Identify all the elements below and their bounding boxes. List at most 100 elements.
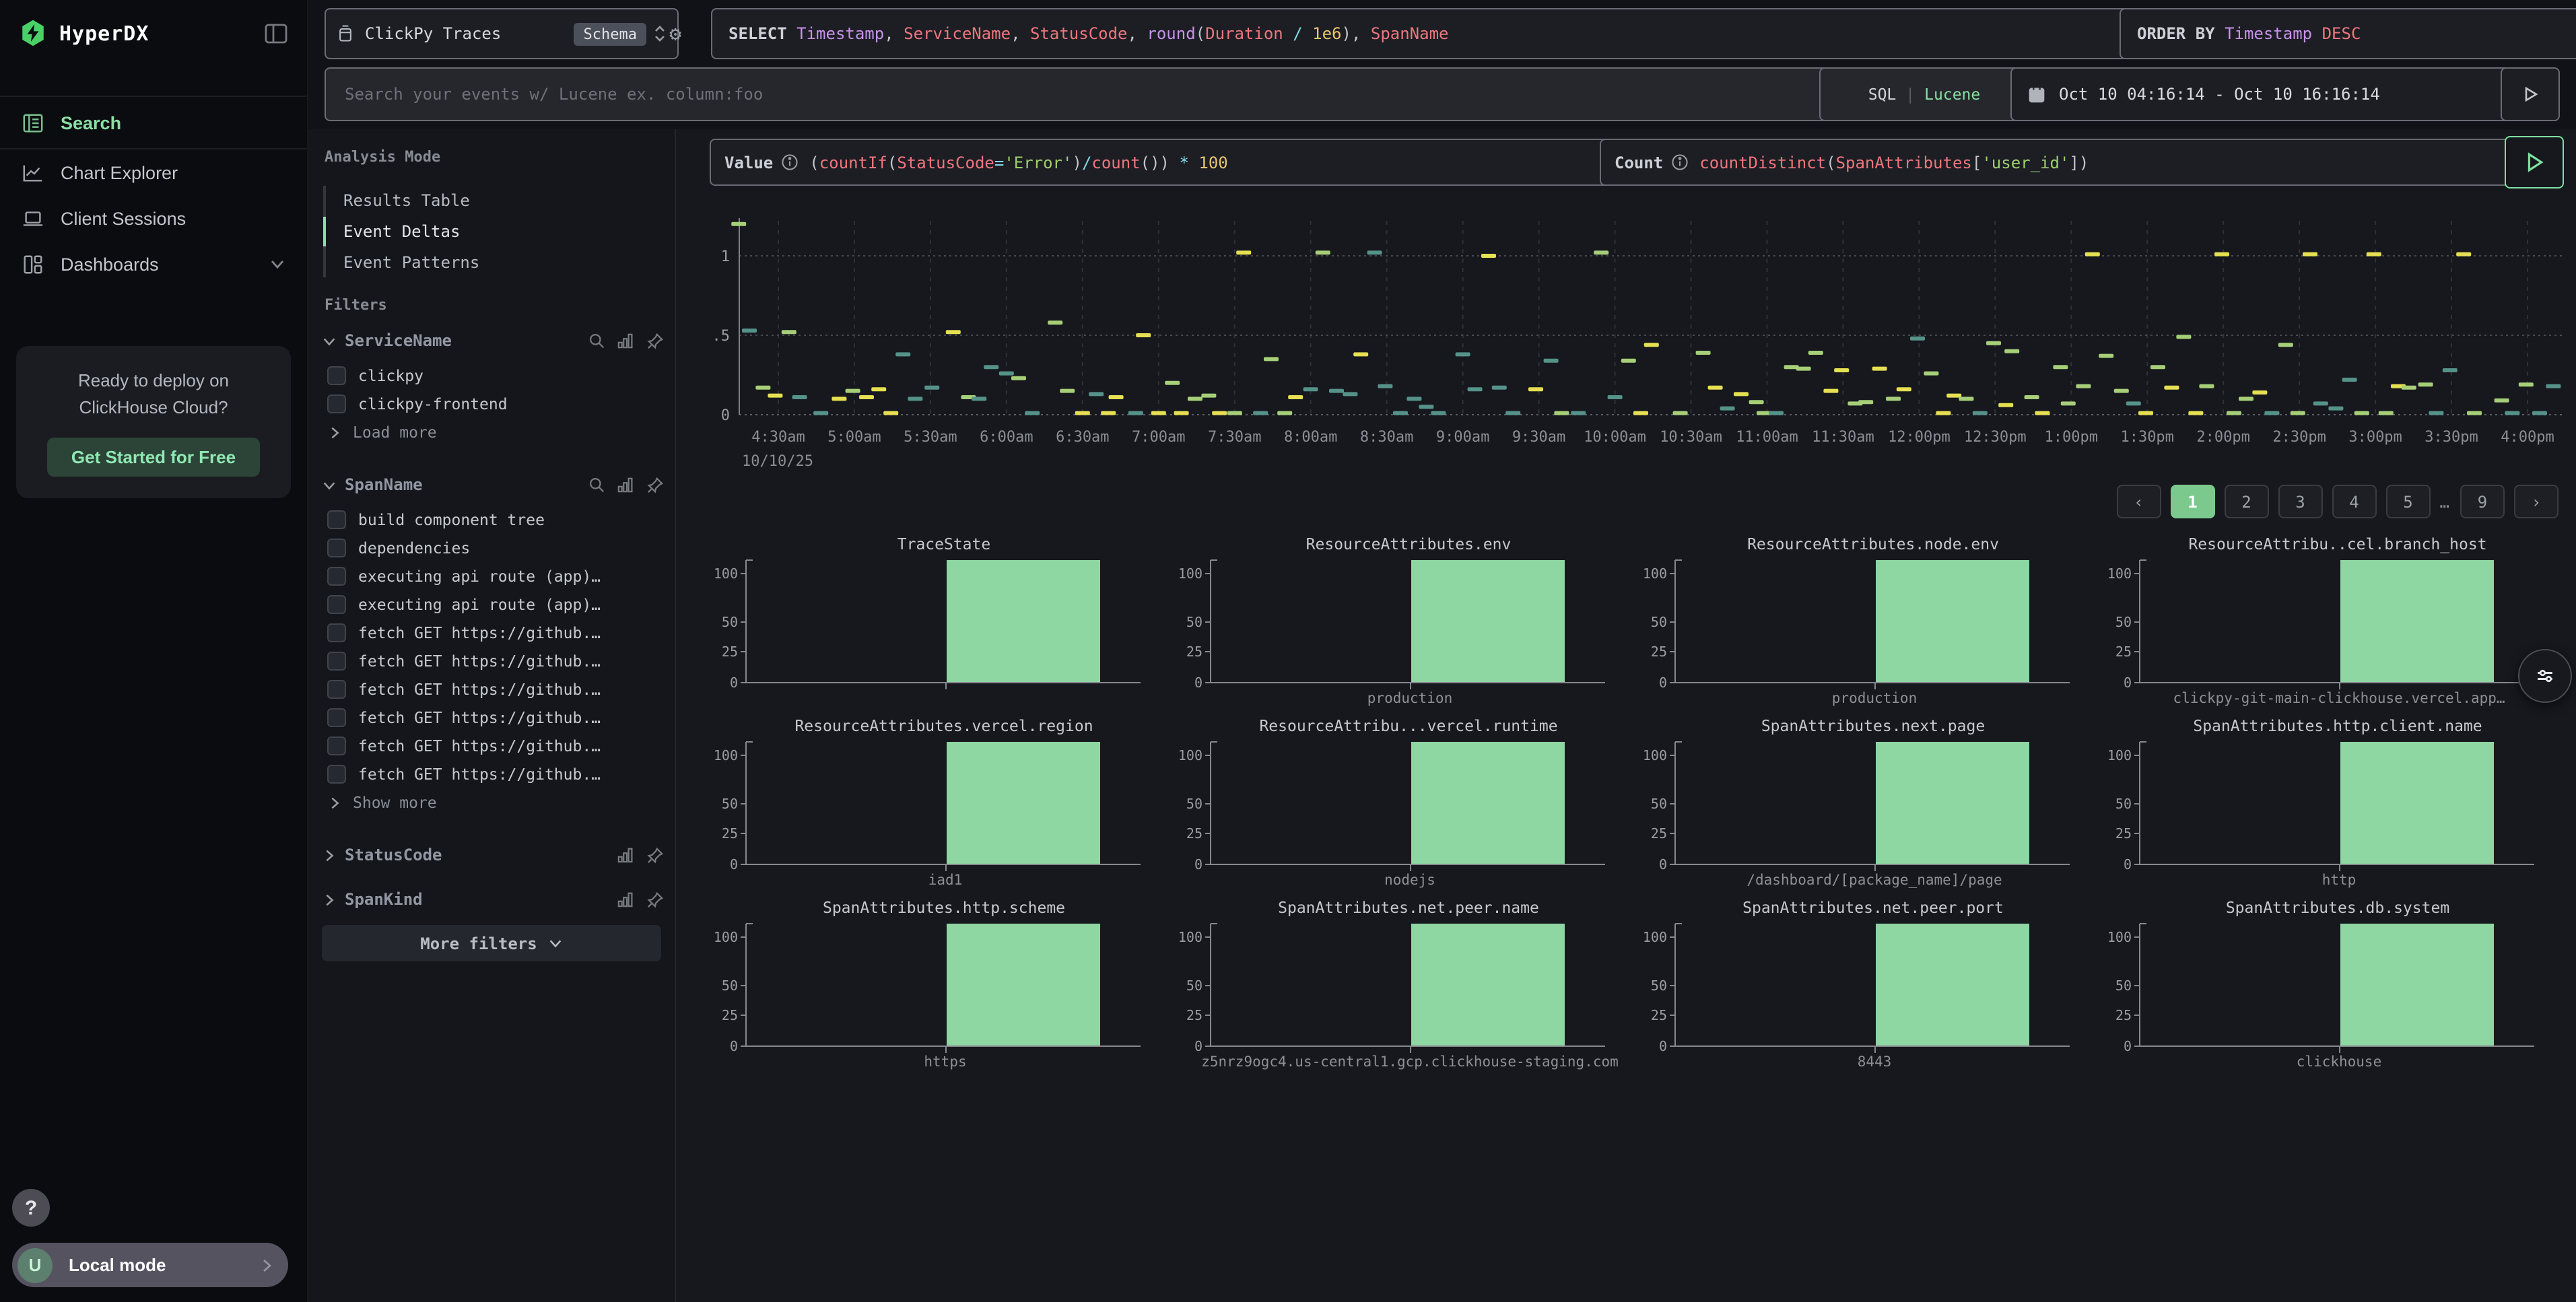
filter-option[interactable]: fetch GET https://github.…: [327, 736, 664, 755]
page-button-1[interactable]: 1: [2171, 485, 2215, 518]
mode-event-deltas[interactable]: Event Deltas: [343, 222, 460, 241]
pin-icon[interactable]: [646, 332, 664, 349]
mini-bar-chart[interactable]: ResourceAttributes.env02550100production: [1177, 532, 1641, 714]
bar-chart-icon[interactable]: [617, 477, 634, 493]
local-mode-label: Local mode: [69, 1255, 259, 1275]
load-more-link[interactable]: Load more: [327, 423, 437, 442]
search-bar[interactable]: [325, 67, 1849, 121]
checkbox[interactable]: [327, 652, 346, 671]
checkbox[interactable]: [327, 708, 346, 727]
mode-event-patterns[interactable]: Event Patterns: [343, 253, 479, 272]
filter-group-StatusCode[interactable]: StatusCode: [322, 846, 664, 864]
local-mode-button[interactable]: U Local mode: [12, 1243, 288, 1287]
filter-option[interactable]: executing api route (app)…: [327, 567, 664, 586]
run-query-button[interactable]: [2505, 136, 2564, 189]
value-expression-input[interactable]: Value (countIf(StatusCode='Error')/count…: [710, 139, 1613, 186]
svg-text:9:00am: 9:00am: [1436, 429, 1489, 446]
checkbox[interactable]: [327, 623, 346, 642]
svg-text:0: 0: [1194, 856, 1202, 872]
checkbox[interactable]: [327, 395, 346, 413]
sidebar-item-chart-explorer[interactable]: Chart Explorer: [0, 149, 307, 195]
lang-sql[interactable]: SQL: [1868, 85, 1897, 104]
mini-bar-chart[interactable]: SpanAttributes.db.system02550100clickhou…: [2106, 895, 2571, 1077]
more-filters-button[interactable]: More filters: [322, 925, 661, 961]
pin-icon[interactable]: [646, 891, 664, 908]
checkbox[interactable]: [327, 736, 346, 755]
page-button-2[interactable]: 2: [2225, 485, 2269, 518]
page-next-button[interactable]: ›: [2514, 485, 2558, 518]
page-button-4[interactable]: 4: [2332, 485, 2377, 518]
filter-option[interactable]: fetch GET https://github.…: [327, 623, 664, 642]
mini-bar-chart[interactable]: ResourceAttribu...vercel.runtime02550100…: [1177, 714, 1641, 895]
order-by-input[interactable]: ORDER BY Timestamp DESC: [2120, 8, 2576, 59]
search-run-button[interactable]: [2501, 67, 2560, 121]
sidebar-collapse-icon[interactable]: [264, 21, 288, 45]
event-deltas-chart[interactable]: 00.514:30am5:00am5:30am6:00am6:30am7:00a…: [712, 213, 2573, 482]
checkbox[interactable]: [327, 680, 346, 699]
svg-text:7:30am: 7:30am: [1208, 429, 1261, 446]
page-prev-button[interactable]: ‹: [2117, 485, 2161, 518]
sidebar-item-client-sessions[interactable]: Client Sessions: [0, 195, 307, 241]
mini-bar-chart[interactable]: ResourceAttribu..cel.branch_host02550100…: [2106, 532, 2571, 714]
checkbox[interactable]: [327, 539, 346, 557]
filter-option[interactable]: build component tree: [327, 510, 664, 529]
svg-text:production: production: [1367, 690, 1452, 706]
checkbox[interactable]: [327, 510, 346, 529]
filter-option[interactable]: fetch GET https://github.…: [327, 680, 664, 699]
pin-icon[interactable]: [646, 846, 664, 864]
checkbox[interactable]: [327, 366, 346, 385]
mini-bar-chart[interactable]: SpanAttributes.net.peer.name02550100z5nr…: [1177, 895, 1641, 1077]
mini-bar-chart[interactable]: SpanAttributes.http.scheme02550100https: [712, 895, 1177, 1077]
page-button-5[interactable]: 5: [2386, 485, 2431, 518]
settings-gear-icon[interactable]: ⚙: [669, 22, 681, 46]
sidebar-item-search[interactable]: Search: [0, 96, 307, 149]
search-icon[interactable]: [588, 477, 605, 493]
analysis-mode-active-indicator: [323, 217, 326, 246]
chart-settings-fab[interactable]: [2518, 649, 2572, 703]
page-button-3[interactable]: 3: [2278, 485, 2323, 518]
filter-option[interactable]: fetch GET https://github.…: [327, 765, 664, 784]
search-icon[interactable]: [588, 333, 605, 349]
checkbox[interactable]: [327, 595, 346, 614]
filter-option[interactable]: clickpy-frontend: [327, 395, 664, 413]
page-button-9[interactable]: 9: [2460, 485, 2505, 518]
svg-text:100: 100: [1178, 747, 1202, 763]
filter-option[interactable]: fetch GET https://github.…: [327, 708, 664, 727]
svg-text:8:30am: 8:30am: [1360, 429, 1413, 446]
mini-bar-chart[interactable]: ResourceAttributes.node.env02550100produ…: [1641, 532, 2106, 714]
mini-bar-chart[interactable]: TraceState02550100: [712, 532, 1177, 714]
search-input[interactable]: [342, 83, 1831, 105]
checkbox[interactable]: [327, 567, 346, 586]
mode-results-table[interactable]: Results Table: [343, 191, 470, 210]
svg-text:8:00am: 8:00am: [1284, 429, 1337, 446]
mini-bar-chart[interactable]: SpanAttributes.next.page02550100/dashboa…: [1641, 714, 2106, 895]
mini-bar-chart[interactable]: ResourceAttributes.vercel.region02550100…: [712, 714, 1177, 895]
filter-option[interactable]: executing api route (app)…: [327, 595, 664, 614]
sql-select-input[interactable]: SELECT Timestamp, ServiceName, StatusCod…: [711, 8, 2144, 59]
svg-text:ResourceAttribu..cel.branch_ho: ResourceAttribu..cel.branch_host: [2188, 536, 2486, 553]
get-started-button[interactable]: Get Started for Free: [47, 438, 260, 477]
count-expression-input[interactable]: Count countDistinct(SpanAttributes['user…: [1600, 139, 2523, 186]
help-button[interactable]: ?: [12, 1189, 50, 1227]
query-language-toggle[interactable]: SQL | Lucene: [1819, 67, 2029, 121]
svg-text:10:00am: 10:00am: [1584, 429, 1646, 446]
sidebar-item-dashboards[interactable]: Dashboards: [0, 241, 307, 287]
pin-icon[interactable]: [646, 476, 664, 493]
filter-option[interactable]: dependencies: [327, 539, 664, 557]
date-range-picker[interactable]: Oct 10 04:16:14 - Oct 10 16:16:14: [2010, 67, 2511, 121]
lang-lucene[interactable]: Lucene: [1924, 85, 1980, 104]
filter-group-SpanKind[interactable]: SpanKind: [322, 890, 664, 909]
bar-chart-icon[interactable]: [617, 333, 634, 349]
bar-chart-icon[interactable]: [617, 891, 634, 907]
load-more-link[interactable]: Show more: [327, 793, 437, 812]
filter-option[interactable]: fetch GET https://github.…: [327, 652, 664, 671]
mini-bar-chart[interactable]: SpanAttributes.http.client.name02550100h…: [2106, 714, 2571, 895]
filter-option[interactable]: clickpy: [327, 366, 664, 385]
filter-group-SpanName[interactable]: SpanName: [322, 475, 664, 494]
filter-group-ServiceName[interactable]: ServiceName: [322, 331, 664, 350]
bar-chart-icon[interactable]: [617, 847, 634, 863]
source-select[interactable]: ClickPy Traces Schema: [325, 8, 679, 59]
hyperdx-logo-icon: [19, 19, 47, 47]
mini-bar-chart[interactable]: SpanAttributes.net.peer.port025501008443: [1641, 895, 2106, 1077]
checkbox[interactable]: [327, 765, 346, 784]
